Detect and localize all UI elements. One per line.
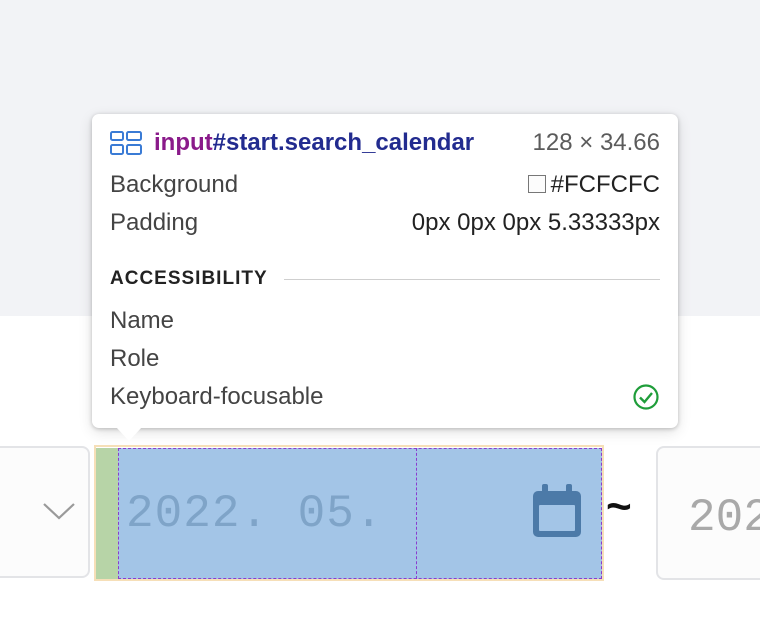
element-grid-icon xyxy=(110,131,142,155)
padding-label: Padding xyxy=(110,209,199,236)
content-box-divider xyxy=(416,448,417,579)
selector-tag: input xyxy=(154,129,213,156)
tooltip-title-row: input#start.search_calendar 128 × 34.66 xyxy=(110,126,660,160)
calendar-icon[interactable] xyxy=(530,483,584,541)
a11y-role-label: Role xyxy=(110,345,160,372)
a11y-focusable-row: Keyboard-focusable xyxy=(110,380,660,414)
background-value: #FCFCFC xyxy=(550,171,660,198)
a11y-focusable-label: Keyboard-focusable xyxy=(110,383,324,410)
element-selector: input#start.search_calendar xyxy=(154,129,474,157)
padding-value: 0px 0px 0px 5.33333px xyxy=(411,209,660,236)
padding-highlight xyxy=(96,448,118,579)
tooltip-arrow xyxy=(116,427,142,441)
inspector-tooltip: input#start.search_calendar 128 × 34.66 … xyxy=(92,114,678,428)
selector-id-class: #start.search_calendar xyxy=(212,129,475,156)
accessibility-title: ACCESSIBILITY xyxy=(110,268,268,289)
accessibility-section-header: ACCESSIBILITY xyxy=(110,266,660,292)
a11y-role-row: Role xyxy=(110,342,660,376)
a11y-name-row: Name xyxy=(110,304,660,338)
date-range-separator: ~ xyxy=(606,482,632,531)
check-circle-icon xyxy=(633,384,659,410)
chevron-down-icon[interactable] xyxy=(42,500,76,522)
end-date-input[interactable]: 202 xyxy=(656,446,760,580)
padding-row: Padding 0px 0px 0px 5.33333px xyxy=(110,206,660,240)
element-dimensions: 128 × 34.66 xyxy=(532,129,660,156)
background-label: Background xyxy=(110,171,239,198)
end-date-value: 202 xyxy=(688,492,760,544)
section-divider xyxy=(283,278,660,280)
background-row: Background #FCFCFC xyxy=(110,168,660,202)
a11y-name-label: Name xyxy=(110,307,175,334)
color-swatch xyxy=(527,175,546,193)
